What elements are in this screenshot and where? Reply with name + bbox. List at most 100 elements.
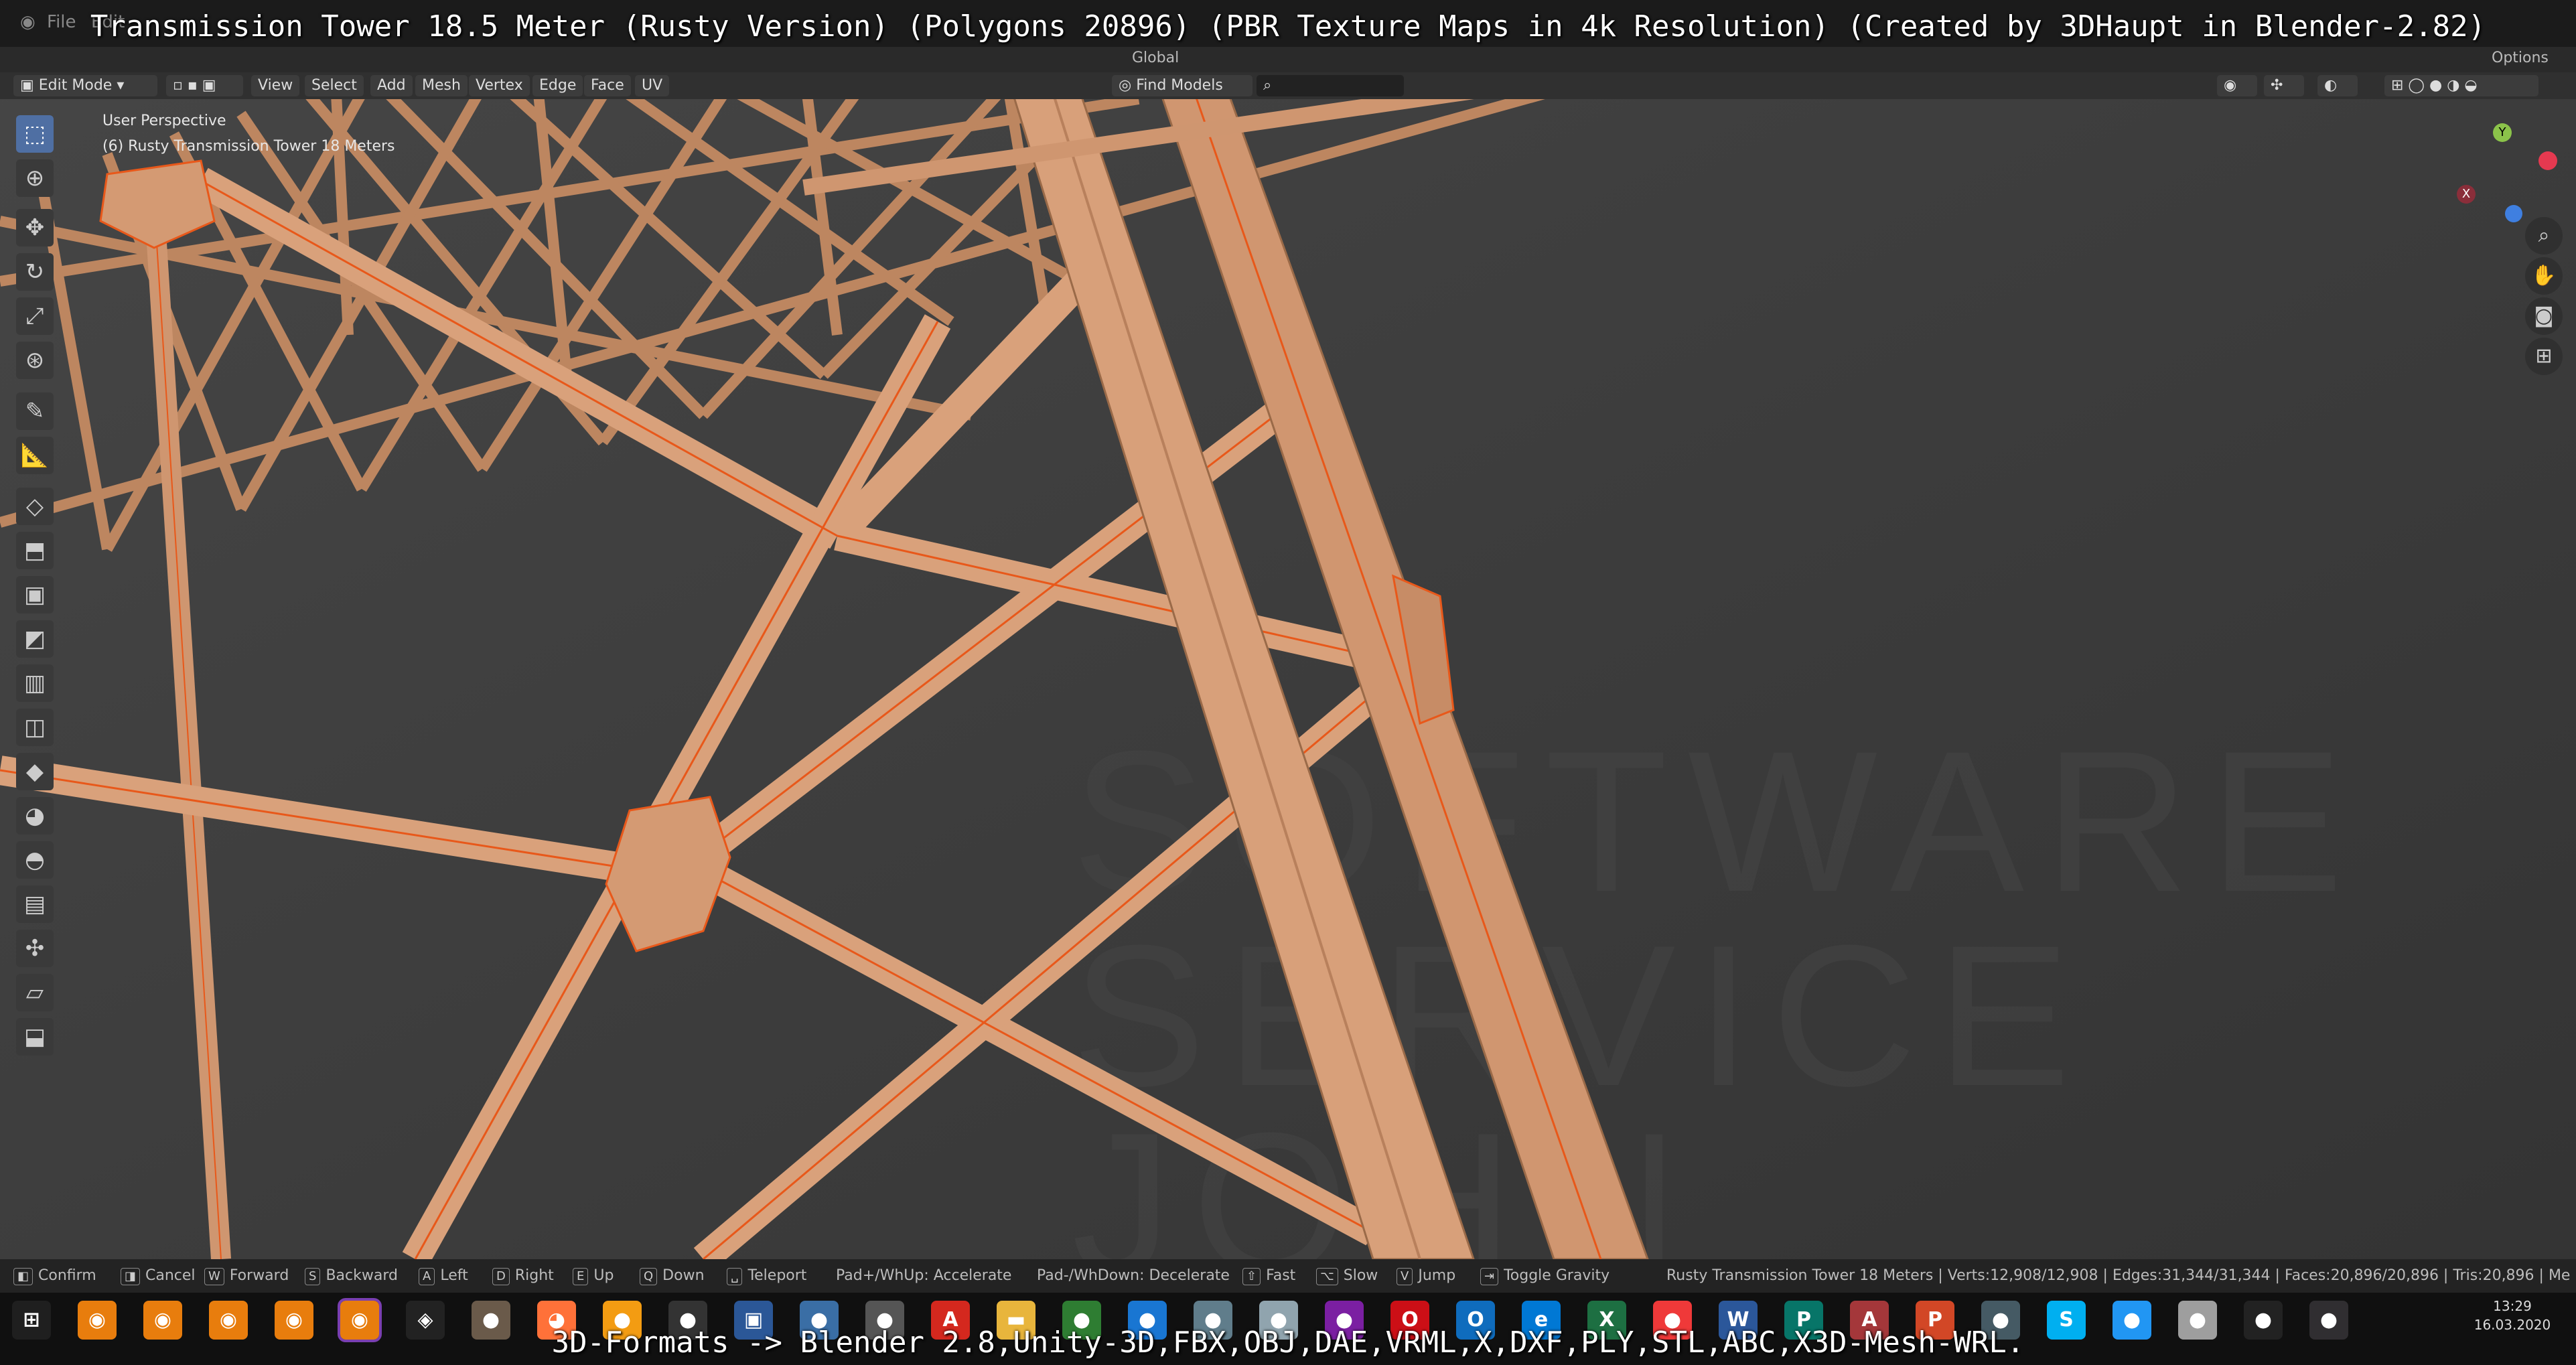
status-cancel: ◨ Cancel — [121, 1266, 196, 1286]
add-cube-icon[interactable]: ◇ — [16, 488, 54, 525]
measure-icon[interactable]: 📐 — [16, 437, 54, 474]
video-caption-bottom: 3D-Formats -> Blender 2.8,Unity-3D,FBX,O… — [551, 1325, 2025, 1360]
3d-viewport[interactable]: SOFTWARE SERVICE JOHN — [0, 99, 2576, 1259]
move-icon[interactable]: ✥ — [16, 209, 54, 246]
mode-label: Edit Mode — [38, 77, 113, 94]
right-label: Right — [514, 1267, 554, 1284]
cursor-icon[interactable]: ⊕ — [16, 159, 54, 197]
status-backward: S Backward — [305, 1266, 398, 1286]
shrink-icon[interactable]: ✣ — [16, 930, 54, 967]
shading-buttons[interactable]: ⊞ ◯ ● ◑ ◒ — [2384, 75, 2538, 96]
menu-select[interactable]: Select — [305, 75, 364, 96]
status-right: D Right — [492, 1266, 554, 1286]
axis-x-positive[interactable] — [2538, 151, 2557, 170]
scene-statistics: Rusty Transmission Tower 18 Meters | Ver… — [1666, 1267, 2571, 1284]
video-caption-top: Transmission Tower 18.5 Meter (Rusty Ver… — [90, 9, 2486, 44]
menu-view[interactable]: View — [251, 75, 300, 96]
inset-icon[interactable]: ▣ — [16, 576, 54, 614]
key-a: A — [419, 1268, 435, 1285]
axis-z-negative[interactable] — [2505, 205, 2522, 222]
loop-cut-icon[interactable]: ▥ — [16, 664, 54, 702]
fast-label: Fast — [1266, 1267, 1296, 1284]
key-d: D — [492, 1268, 510, 1285]
transform-icon[interactable]: ⊛ — [16, 342, 54, 379]
tool-shelf: ⬚ ⊕ ✥ ↻ ⤢ ⊛ ✎ 📐 ◇ ⬒ ▣ ◩ ▥ ◫ ◆ ◕ ◓ ▤ ✣ ▱ … — [7, 111, 67, 1069]
key-e: E — [573, 1268, 589, 1285]
edit-mode-icon: ▣ — [20, 77, 39, 94]
forward-label: Forward — [229, 1267, 289, 1284]
space-key-icon: ␣ — [727, 1268, 743, 1285]
status-teleport: ␣ Teleport — [727, 1266, 806, 1286]
tower-mesh: SOFTWARE SERVICE JOHN — [0, 99, 2576, 1259]
mouse-left-icon: ◧ — [13, 1268, 33, 1285]
teleport-label: Teleport — [747, 1267, 807, 1284]
mode-dropdown[interactable]: ▣ Edit Mode ▾ — [13, 75, 157, 96]
perspective-label: User Perspective — [102, 113, 226, 129]
axis-y[interactable]: Y — [2493, 123, 2512, 142]
up-label: Up — [593, 1267, 614, 1284]
key-s: S — [305, 1268, 321, 1285]
key-w: W — [204, 1268, 224, 1285]
tab-key-icon: ⇥ — [1480, 1268, 1499, 1285]
pan-hand-icon[interactable]: ✋ — [2525, 257, 2563, 295]
rotate-icon[interactable]: ↻ — [16, 253, 54, 291]
find-models-dropdown[interactable]: ◎ Find Models — [1112, 75, 1253, 96]
shear-icon[interactable]: ▱ — [16, 974, 54, 1011]
left-label: Left — [440, 1267, 468, 1284]
status-forward: W Forward — [204, 1266, 289, 1286]
search-icon: ⌕ — [1263, 77, 1272, 94]
status-slow: ⌥ Slow — [1316, 1266, 1378, 1286]
status-fast: ⇧ Fast — [1242, 1266, 1295, 1286]
clock-time: 13:29 — [2493, 1298, 2532, 1314]
menu-add[interactable]: Add — [370, 75, 413, 96]
poly-build-icon[interactable]: ◆ — [16, 753, 54, 790]
search-field[interactable]: ⌕ — [1257, 75, 1404, 96]
select-mode-buttons[interactable]: ▫ ▪ ▣ — [166, 75, 243, 96]
rip-icon[interactable]: ⬓ — [16, 1018, 54, 1056]
confirm-label: Confirm — [38, 1267, 96, 1284]
menu-mesh[interactable]: Mesh — [415, 75, 468, 96]
axis-x[interactable]: X — [2457, 185, 2476, 204]
status-confirm: ◧ Confirm — [13, 1266, 96, 1286]
knife-icon[interactable]: ◫ — [16, 709, 54, 746]
slow-label: Slow — [1343, 1267, 1378, 1284]
status-accelerate: Pad+/WhUp: Accelerate — [836, 1267, 1012, 1284]
select-box-icon[interactable]: ⬚ — [16, 115, 54, 153]
key-q: Q — [640, 1268, 658, 1285]
status-decelerate: Pad-/WhDown: Decelerate — [1037, 1267, 1230, 1284]
gravity-label: Toggle Gravity — [1504, 1267, 1610, 1284]
jump-label: Jump — [1418, 1267, 1456, 1284]
zoom-icon[interactable]: ⌕ — [2525, 217, 2563, 255]
status-gravity: ⇥ Toggle Gravity — [1480, 1266, 1609, 1286]
key-v: V — [1397, 1268, 1413, 1285]
edge-slide-icon[interactable]: ▤ — [16, 885, 54, 923]
spin-icon[interactable]: ◕ — [16, 797, 54, 835]
scale-icon[interactable]: ⤢ — [16, 297, 54, 335]
eye-icon: ◉ — [2224, 77, 2237, 94]
mouse-right-icon: ◨ — [121, 1268, 141, 1285]
bevel-icon[interactable]: ◩ — [16, 620, 54, 658]
visibility-toggle[interactable]: ◉ — [2217, 75, 2257, 96]
backward-label: Backward — [326, 1267, 398, 1284]
camera-icon[interactable]: ◙ — [2525, 297, 2563, 335]
annotate-icon[interactable]: ✎ — [16, 392, 54, 430]
globe-icon: ◎ — [1119, 77, 1137, 94]
alt-key-icon: ⌥ — [1316, 1268, 1338, 1285]
menu-vertex[interactable]: Vertex — [469, 75, 530, 96]
menu-uv[interactable]: UV — [635, 75, 670, 96]
overlays-toggle[interactable]: ◐ — [2317, 75, 2358, 96]
gizmo-icon: ✣ — [2271, 77, 2283, 94]
menu-edge[interactable]: Edge — [532, 75, 583, 96]
smooth-icon[interactable]: ◓ — [16, 841, 54, 879]
object-label: (6) Rusty Transmission Tower 18 Meters — [102, 138, 395, 155]
grid-icon[interactable]: ⊞ — [2525, 338, 2563, 375]
menu-face[interactable]: Face — [584, 75, 631, 96]
find-models-label: Find Models — [1136, 77, 1223, 94]
status-jump: V Jump — [1397, 1266, 1455, 1286]
extrude-icon[interactable]: ⬒ — [16, 532, 54, 569]
down-label: Down — [662, 1267, 705, 1284]
status-down: Q Down — [640, 1266, 705, 1286]
status-up: E Up — [573, 1266, 614, 1286]
overlay-icon: ◐ — [2324, 77, 2338, 94]
gizmo-toggle[interactable]: ✣ — [2264, 75, 2304, 96]
